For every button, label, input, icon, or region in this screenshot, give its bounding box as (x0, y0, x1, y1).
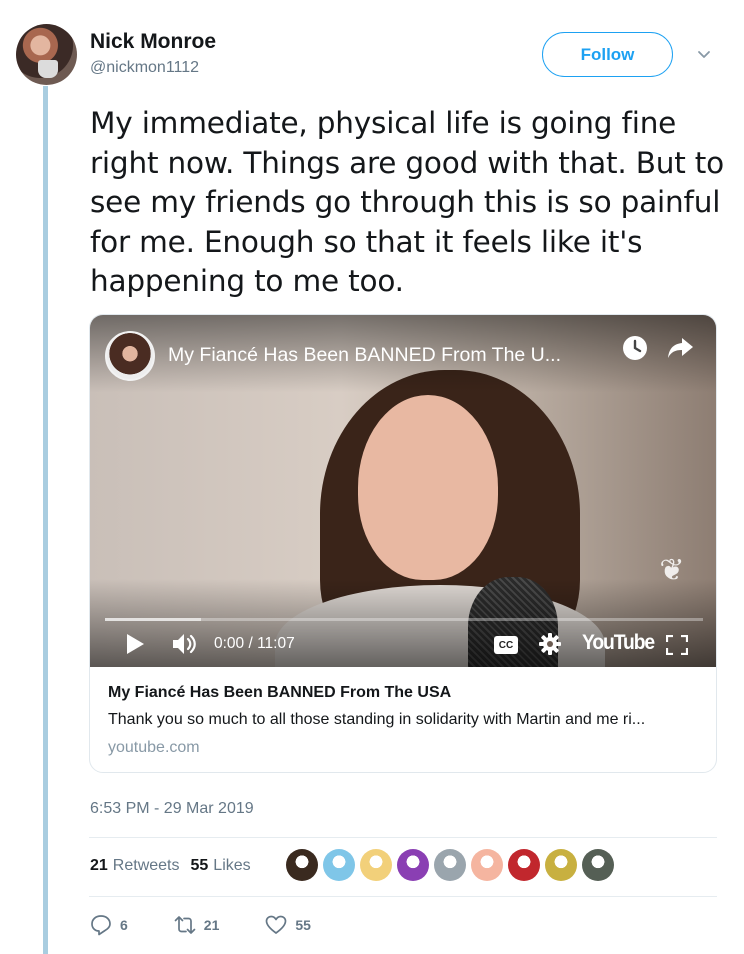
likes-stat[interactable]: 55 Likes (191, 857, 251, 875)
reply-icon[interactable] (90, 914, 112, 936)
channel-avatar[interactable] (105, 331, 155, 381)
link-card-body[interactable]: My Fiancé Has Been BANNED From The USA T… (90, 667, 716, 772)
watch-later-clock-icon[interactable] (622, 335, 648, 361)
liker-avatars (286, 849, 614, 883)
share-arrow-icon[interactable] (666, 335, 694, 361)
channel-watermark-icon: ❦ (659, 554, 685, 587)
card-domain: youtube.com (108, 739, 200, 756)
follow-button[interactable]: Follow (542, 32, 673, 77)
like-action[interactable]: 55 (265, 912, 311, 938)
retweets-label: Retweets (112, 857, 180, 874)
retweets-stat[interactable]: 21 Retweets (90, 857, 180, 875)
youtube-logo[interactable]: YouTube (582, 631, 655, 655)
volume-icon[interactable] (172, 633, 198, 655)
liker-avatar[interactable] (545, 849, 577, 881)
video-time: 0:00 / 11:07 (214, 635, 295, 652)
tweet-text: My immediate, physical life is going fin… (90, 106, 725, 298)
retweet-icon[interactable] (174, 914, 196, 936)
liker-avatar[interactable] (508, 849, 540, 881)
liker-avatar[interactable] (286, 849, 318, 881)
divider (89, 896, 717, 897)
likes-count: 55 (190, 857, 209, 874)
link-card[interactable]: ❦ My Fiancé Has Been BANNED From The U..… (89, 314, 717, 773)
liker-avatar[interactable] (397, 849, 429, 881)
liker-avatar[interactable] (323, 849, 355, 881)
liker-avatar[interactable] (582, 849, 614, 881)
liker-avatar[interactable] (434, 849, 466, 881)
video-progress-bar[interactable] (105, 618, 703, 621)
thread-line (43, 86, 48, 954)
heart-icon[interactable] (265, 914, 287, 936)
card-title[interactable]: My Fiancé Has Been BANNED From The USA (108, 684, 451, 702)
video-player[interactable]: ❦ My Fiancé Has Been BANNED From The U..… (90, 315, 716, 667)
author-avatar[interactable] (16, 24, 77, 85)
reply-action[interactable]: 6 (90, 912, 128, 938)
author-name[interactable]: Nick Monroe (90, 30, 216, 54)
retweet-count: 21 (203, 917, 220, 933)
author-handle[interactable]: @nickmon1112 (90, 59, 199, 77)
reply-count: 6 (120, 917, 128, 933)
video-title[interactable]: My Fiancé Has Been BANNED From The U... (168, 344, 628, 367)
divider (89, 837, 717, 838)
liker-avatar[interactable] (471, 849, 503, 881)
tweet-actions: 6 21 55 (90, 912, 357, 938)
tweet-timestamp[interactable]: 6:53 PM - 29 Mar 2019 (90, 800, 254, 818)
captions-icon[interactable]: CC (494, 636, 518, 654)
retweet-action[interactable]: 21 (174, 912, 220, 938)
card-description: Thank you so much to all those standing … (108, 711, 646, 728)
likes-label: Likes (213, 857, 251, 874)
play-icon[interactable] (125, 633, 145, 655)
engagement-stats: 21 Retweets 55 Likes (90, 857, 251, 875)
liker-avatar[interactable] (360, 849, 392, 881)
like-count: 55 (295, 917, 311, 933)
fullscreen-icon[interactable] (666, 635, 688, 655)
chevron-down-icon[interactable] (697, 47, 711, 61)
video-buffer-fill (105, 618, 201, 621)
retweets-count: 21 (90, 857, 108, 874)
gear-icon[interactable] (539, 633, 561, 655)
